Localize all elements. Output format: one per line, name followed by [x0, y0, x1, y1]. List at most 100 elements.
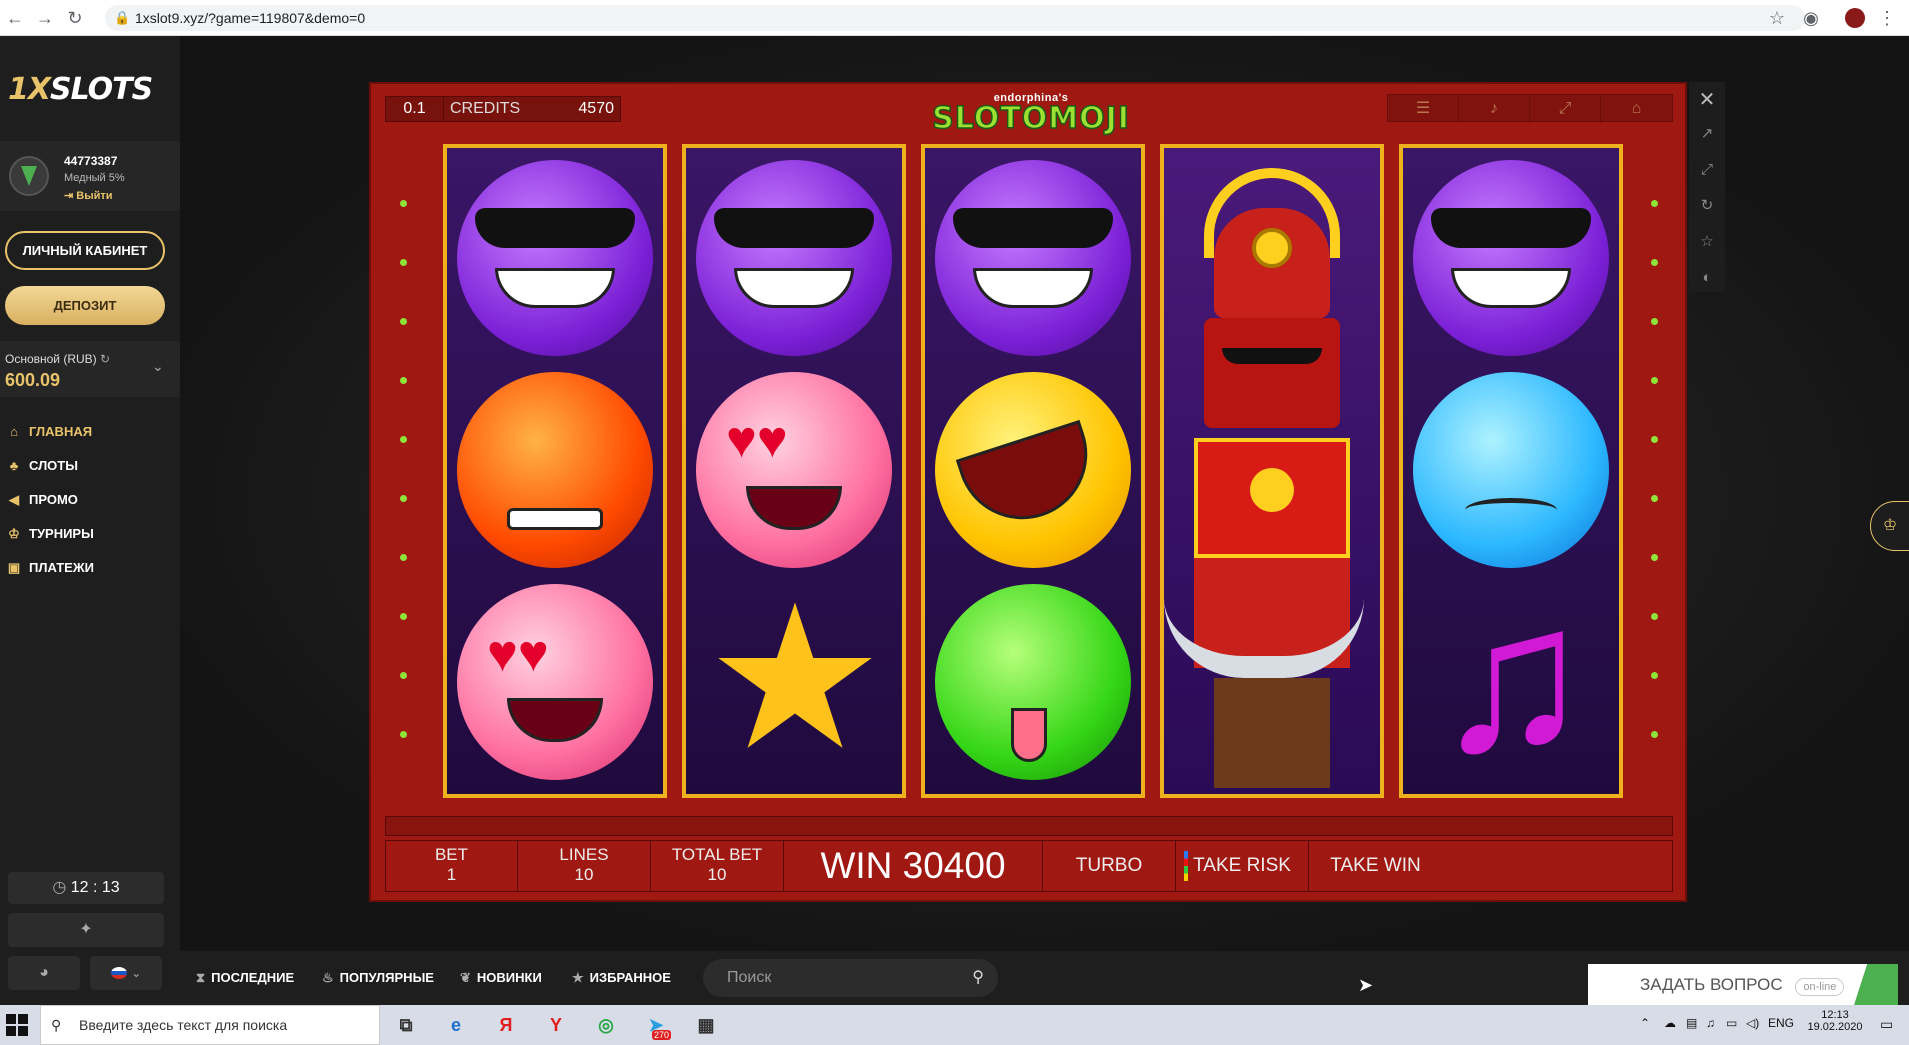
chat-expand-icon[interactable] [1854, 964, 1898, 1005]
payline-dot-right [1651, 200, 1658, 207]
total-bet-cell: TOTAL BET 10 [651, 841, 784, 891]
user-icon: ◕ [39, 964, 49, 981]
chevron-down-icon: ⌄ [131, 966, 142, 980]
share-icon[interactable]: ↗ [1695, 122, 1719, 146]
refresh-icon[interactable]: ↻ [100, 352, 110, 366]
tab-favorites[interactable]: ★ ИЗБРАННОЕ [572, 951, 671, 1005]
clock: ◷ 12 : 13 [8, 872, 164, 904]
search-icon: ⚲ [51, 1017, 62, 1033]
sidebar-item-label: СЛОТЫ [29, 458, 78, 473]
menu-icon[interactable]: ☰ [1388, 95, 1459, 123]
address-bar[interactable]: 🔒 1xslot9.xyz/?game=119807&demo=0 [105, 5, 1805, 31]
games-search-input[interactable]: Поиск ⚲ [703, 959, 998, 997]
close-icon[interactable]: ✕ [1695, 88, 1719, 112]
sound-icon[interactable]: ♪ [1459, 95, 1530, 123]
samurai-legs-shape [1214, 678, 1330, 788]
display-icon[interactable]: ▭ [1726, 1016, 1737, 1030]
logout-link[interactable]: ⇥ Выйти [64, 189, 113, 202]
browser-menu-icon[interactable]: ⋮ [1876, 7, 1898, 29]
sidebar-item-3[interactable]: ♔ ТУРНИРЫ [5, 521, 175, 547]
slot-game-frame[interactable]: 0.1 CREDITS 4570 endorphina's SLOTOMOJI … [369, 82, 1687, 902]
taskbar-clock[interactable]: 12:13 19.02.2020 [1800, 1009, 1870, 1033]
tab-new[interactable]: ❦ НОВИНКИ [460, 951, 542, 1005]
angry-mouth-shape [507, 508, 603, 530]
personal-cabinet-button[interactable]: ЛИЧНЫЙ КАБИНЕТ [5, 231, 165, 270]
lines-cell[interactable]: LINES 10 [518, 841, 651, 891]
lines-value: 10 [574, 865, 594, 884]
sidebar-item-1[interactable]: ♣ СЛОТЫ [5, 453, 175, 479]
samurai-mask-shape [1204, 318, 1340, 428]
toggle-icon[interactable]: ◐ [1695, 266, 1719, 290]
sidebar-item-label: ПЛАТЕЖИ [29, 560, 94, 575]
denomination[interactable]: 0.1 [386, 97, 444, 121]
volume-icon[interactable]: ◁) [1746, 1016, 1759, 1030]
expand-icon[interactable]: ⤢ [1695, 158, 1719, 182]
home-icon[interactable]: ⌂ [1601, 95, 1672, 123]
total-bet-value: 10 [707, 865, 727, 884]
reel-4 [1160, 144, 1384, 798]
tab-recent[interactable]: ⧗ ПОСЛЕДНИЕ [196, 951, 294, 1005]
reload-game-icon[interactable]: ↻ [1695, 194, 1719, 218]
back-icon[interactable]: ← [4, 7, 26, 29]
site-logo[interactable]: 1XSLOTS [8, 72, 173, 108]
game-title: endorphina's SLOTOMOJI [891, 92, 1171, 137]
ask-question-widget[interactable]: ЗАДАТЬ ВОПРОС on-line [1588, 964, 1898, 1005]
onedrive-icon[interactable]: ☁ [1664, 1016, 1676, 1030]
user-settings-button[interactable]: ◕ [8, 956, 80, 990]
favorite-star-icon[interactable]: ☆ [1695, 230, 1719, 254]
android-app-button[interactable]: ✦ [8, 913, 164, 947]
sidebar-item-4[interactable]: ▣ ПЛАТЕЖИ [5, 555, 175, 581]
reel-5: ♫ [1399, 144, 1623, 798]
sidebar-item-0[interactable]: ⌂ ГЛАВНАЯ [5, 419, 175, 445]
home-icon: ⌂ [10, 424, 18, 439]
cool-emoji-symbol [1413, 160, 1609, 356]
yandex-browser-icon[interactable]: Я [492, 1011, 520, 1039]
take-risk-button[interactable]: TAKE RISK [1176, 841, 1309, 891]
fire-icon: ♨ [322, 970, 334, 985]
tray-chevron-icon[interactable]: ⌃ [1640, 1016, 1650, 1030]
cherries-icon: ♣ [9, 458, 19, 473]
helmet-crest-shape [1252, 228, 1292, 268]
sunglasses-shape [475, 208, 635, 248]
total-bet-label: TOTAL BET [671, 845, 763, 864]
reload-icon[interactable]: ↻ [64, 7, 86, 29]
control-panel: BET 1 LINES 10 TOTAL BET 10 WIN 30400 TU… [385, 840, 1673, 892]
cool-emoji-symbol [457, 160, 653, 356]
trophy-icon: ♔ [8, 526, 20, 541]
sad-mouth-shape [1465, 498, 1557, 522]
language-selector[interactable]: ⌄ [90, 956, 162, 990]
search-icon[interactable]: ⚲ [972, 959, 984, 997]
credits-box: 0.1 CREDITS 4570 [385, 96, 621, 122]
forward-icon[interactable]: → [34, 7, 56, 29]
tab-popular[interactable]: ♨ ПОПУЛЯРНЫЕ [322, 951, 434, 1005]
turbo-button[interactable]: TURBO [1043, 841, 1176, 891]
edge-icon[interactable]: e [442, 1011, 470, 1039]
payline-dot-left [400, 554, 407, 561]
ask-question-label: ЗАДАТЬ ВОПРОС [1640, 975, 1783, 994]
bookmark-star-icon[interactable]: ☆ [1766, 7, 1788, 29]
yandex-icon[interactable]: Y [542, 1011, 570, 1039]
bet-cell[interactable]: BET 1 [386, 841, 518, 891]
bet-label: BET [434, 845, 469, 864]
take-win-button[interactable]: TAKE WIN [1309, 841, 1442, 891]
network-icon[interactable]: ▤ [1686, 1016, 1697, 1030]
browser-toolbar: ← → ↻ 🔒 1xslot9.xyz/?game=119807&demo=0 … [0, 0, 1909, 36]
notifications-icon[interactable]: ▭ [1880, 1016, 1893, 1033]
extension-icon[interactable]: ◉ [1800, 7, 1822, 29]
microphone-icon[interactable]: ♫ [1706, 1016, 1715, 1030]
lock-icon: 🔒 [114, 10, 131, 25]
profile-avatar[interactable] [1845, 8, 1865, 28]
sidebar-item-2[interactable]: ◀ ПРОМО [5, 487, 175, 513]
keyboard-language[interactable]: ENG [1768, 1016, 1794, 1030]
windows-start-icon[interactable] [6, 1014, 28, 1036]
chevron-down-icon[interactable]: ⌄ [152, 358, 164, 375]
chrome-icon[interactable]: ◎ [592, 1011, 620, 1039]
task-view-icon[interactable]: ⧉ [392, 1011, 420, 1039]
avatar[interactable] [9, 156, 49, 196]
angry-emoji-symbol [457, 372, 653, 568]
sunglasses-shape [953, 208, 1113, 248]
taskbar-search-input[interactable]: ⚲ Введите здесь текст для поиска [40, 1005, 380, 1045]
calculator-icon[interactable]: ▦ [692, 1011, 720, 1039]
fullscreen-icon[interactable]: ⤢ [1530, 95, 1601, 123]
deposit-button[interactable]: ДЕПОЗИТ [5, 286, 165, 325]
